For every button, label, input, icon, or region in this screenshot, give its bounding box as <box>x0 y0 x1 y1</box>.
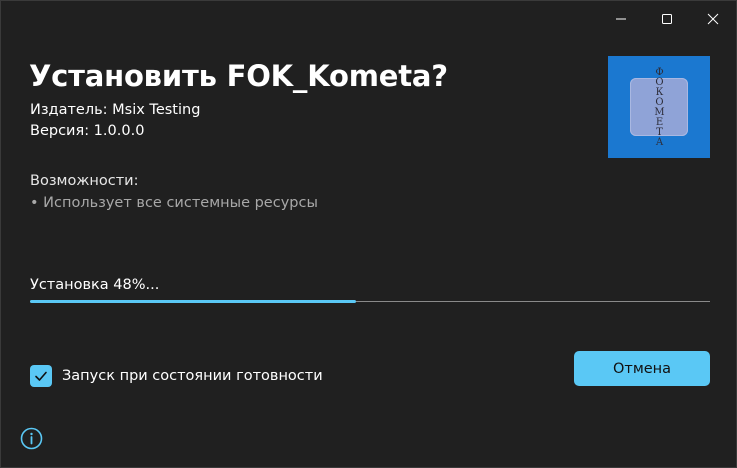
maximize-icon <box>662 14 672 24</box>
capabilities-heading: Возможности: <box>30 173 139 189</box>
minimize-button[interactable] <box>598 1 644 37</box>
progress-bar-fill <box>30 300 357 303</box>
info-button[interactable] <box>20 427 43 450</box>
version-text: Версия: 1.0.0.0 <box>30 123 145 139</box>
close-icon <box>707 13 719 25</box>
launch-when-ready-label: Запуск при состоянии готовности <box>62 368 323 384</box>
launch-when-ready-row[interactable]: Запуск при состоянии готовности <box>30 365 323 387</box>
app-logo-tile: ФОКОМЕТА <box>608 56 710 158</box>
app-logo: ФОКОМЕТА <box>630 67 688 147</box>
checkmark-icon <box>35 371 47 381</box>
progress-bar <box>30 300 710 303</box>
progress-label: Установка 48%... <box>30 277 160 293</box>
close-button[interactable] <box>690 1 736 37</box>
minimize-icon <box>616 18 626 20</box>
publisher-text: Издатель: Msix Testing <box>30 102 201 118</box>
maximize-button[interactable] <box>644 1 690 37</box>
info-icon <box>20 427 43 450</box>
cancel-button[interactable]: Отмена <box>574 351 710 386</box>
page-title: Установить FOK_Kometa? <box>29 59 448 93</box>
launch-when-ready-checkbox[interactable] <box>30 365 52 387</box>
app-logo-text: ФОКОМЕТА <box>654 67 665 147</box>
installer-window: Установить FOK_Kometa? Издатель: Msix Te… <box>0 0 737 468</box>
title-bar-controls <box>598 1 736 37</box>
capability-item: • Использует все системные ресурсы <box>30 195 318 211</box>
